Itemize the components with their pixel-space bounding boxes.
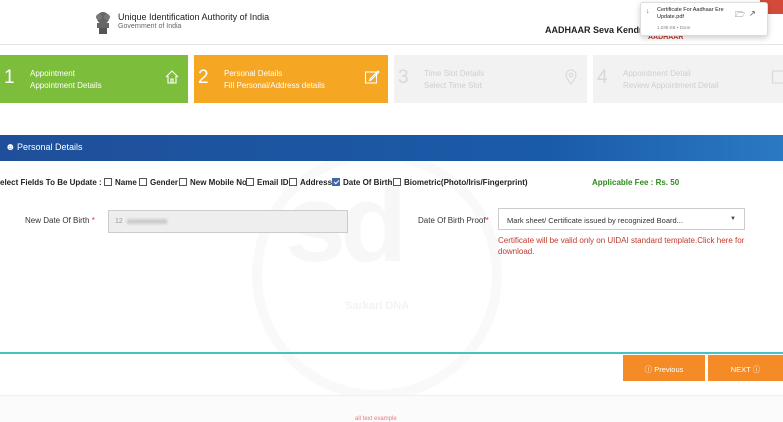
step-number: 2 xyxy=(198,67,209,88)
watermark-label: Sarkari DNA xyxy=(345,300,410,312)
checkbox-gender[interactable] xyxy=(139,178,147,186)
step-number: 4 xyxy=(597,67,608,88)
checkbox-address[interactable] xyxy=(289,178,297,186)
step-personal-details[interactable]: 2 Personal Details Fill Personal/Address… xyxy=(194,55,388,103)
step-subtitle: Appointment Details xyxy=(30,81,102,90)
checkbox-date-of-birth[interactable] xyxy=(332,178,340,186)
dob-value: 12 xyxy=(115,218,123,225)
checkbox-email[interactable] xyxy=(246,178,254,186)
org-subtitle: Government of India xyxy=(118,23,182,30)
step-title: Appointment xyxy=(30,69,75,78)
open-external-icon[interactable]: ↗ xyxy=(749,9,756,18)
step-time-slot[interactable]: 3 Time Slot Details Select Time Slot xyxy=(394,55,587,103)
next-icon: ⓘ xyxy=(752,365,761,374)
org-name: Unique Identification Authority of India xyxy=(118,12,270,22)
fields-prefix: elect Fields To Be Update : xyxy=(0,178,102,187)
required-marker: * xyxy=(485,216,489,225)
step-subtitle: Review Appointment Detail xyxy=(623,81,719,90)
required-marker: * xyxy=(91,216,95,225)
checkbox-label: Name xyxy=(115,178,137,187)
checkbox-name[interactable] xyxy=(104,178,112,186)
checkbox-mobile[interactable] xyxy=(179,178,187,186)
step-subtitle: Select Time Slot xyxy=(424,81,482,90)
edit-icon xyxy=(364,70,380,84)
checkbox-label: Biometric(Photo/Iris/Fingerprint) xyxy=(404,178,528,187)
checkbox-label: Address xyxy=(300,178,333,187)
previous-icon: ⓘ xyxy=(644,365,653,374)
checkbox-label: New Mobile No xyxy=(190,178,247,187)
section-title: Personal Details xyxy=(17,142,83,152)
form-divider xyxy=(0,352,783,354)
certificate-warning[interactable]: Certificate will be valid only on UIDAI … xyxy=(498,235,748,257)
checkbox-biometric[interactable] xyxy=(393,178,401,186)
next-button[interactable]: NEXT ⓘ xyxy=(708,355,783,381)
dob-proof-label: Date Of Birth Proof* xyxy=(418,216,489,225)
location-icon xyxy=(565,69,577,85)
step-title: Personal Details xyxy=(224,69,283,78)
download-meta: 1,038 KB • Done xyxy=(657,25,691,30)
applicable-fee: Applicable Fee : Rs. 50 xyxy=(592,178,680,187)
dob-proof-select[interactable]: Mark sheet/ Certificate issued by recogn… xyxy=(498,208,745,230)
dob-proof-selected: Mark sheet/ Certificate issued by recogn… xyxy=(507,216,683,225)
step-subtitle: Fill Personal/Address details xyxy=(224,81,325,90)
home-icon xyxy=(165,70,179,84)
dob-proof-label-text: Date Of Birth Proof xyxy=(418,216,486,225)
bottom-text: all text example xyxy=(355,416,397,422)
dob-label-text: New Date Of Birth xyxy=(25,216,90,225)
caret-down-icon: ▼ xyxy=(730,216,736,222)
user-icon: ☻ xyxy=(5,142,16,153)
step-appointment[interactable]: 1 Appointment Appointment Details xyxy=(0,55,188,103)
folder-icon[interactable]: 🗁 xyxy=(735,9,745,23)
previous-button[interactable]: ⓘ Previous xyxy=(623,355,705,381)
step-title: Appointment Detail xyxy=(623,69,691,78)
check-icon xyxy=(771,70,783,84)
checkbox-label: Gender xyxy=(150,178,179,187)
dob-label: New Date Of Birth * xyxy=(25,216,95,225)
new-dob-input[interactable]: 12 xyxy=(108,210,348,233)
personal-details-header: ☻ Personal Details xyxy=(0,135,783,161)
step-title: Time Slot Details xyxy=(424,69,485,78)
download-popup[interactable]: ↓ Certificate For Aadhaar Ere Update.pdf… xyxy=(640,2,768,36)
step-number: 1 xyxy=(4,67,15,88)
emblem-logo xyxy=(96,12,110,34)
checkbox-label: Date Of Birth xyxy=(343,178,393,187)
redacted-value xyxy=(126,218,167,224)
previous-label: Previous xyxy=(654,365,684,374)
download-arrow-icon: ↓ xyxy=(646,8,650,15)
step-appointment-detail[interactable]: 4 Appointment Detail Review Appointment … xyxy=(593,55,783,103)
checkbox-label: Email ID xyxy=(257,178,289,187)
next-label: NEXT xyxy=(730,365,751,374)
brand-title: AADHAAR Seva Kendras xyxy=(545,25,653,35)
download-file-name[interactable]: Certificate For Aadhaar Ere Update.pdf xyxy=(657,7,731,21)
step-number: 3 xyxy=(398,67,409,88)
